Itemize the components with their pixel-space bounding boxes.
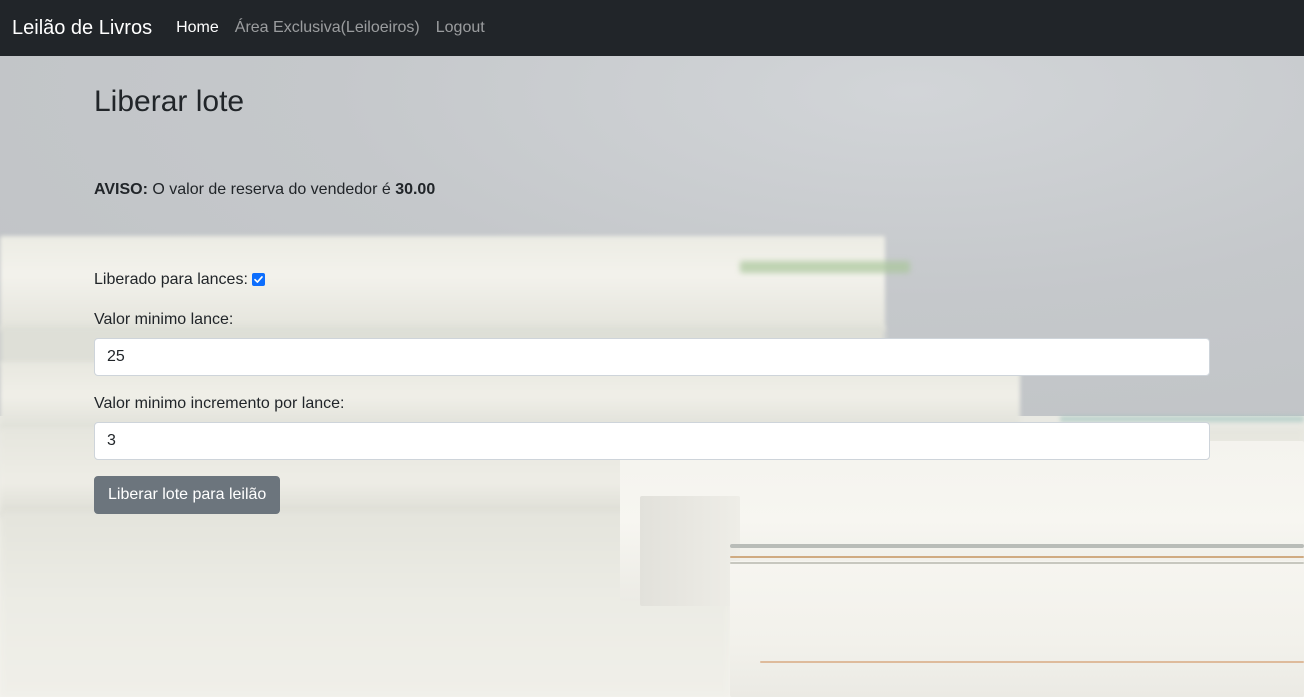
nav-link-logout[interactable]: Logout xyxy=(428,19,493,37)
released-label: Liberado para lances: xyxy=(94,271,248,288)
release-lot-button[interactable]: Liberar lote para leilão xyxy=(94,476,281,514)
nav-link-home[interactable]: Home xyxy=(168,19,227,37)
top-navbar: Leilão de Livros Home Área Exclusiva(Lei… xyxy=(0,0,1304,56)
main-content: Liberar lote AVISO: O valor de reserva d… xyxy=(94,56,1210,514)
notice-text: O valor de reserva do vendedor é xyxy=(147,181,396,198)
min-bid-group: Valor minimo lance: xyxy=(94,308,1210,376)
released-checkbox[interactable] xyxy=(251,272,265,286)
notice-prefix: AVISO: xyxy=(94,181,148,198)
min-increment-group: Valor minimo incremento por lance: xyxy=(94,392,1210,460)
checkmark-icon xyxy=(254,275,263,283)
page-title: Liberar lote xyxy=(94,85,245,118)
reserve-value: 30.00 xyxy=(395,181,436,198)
min-increment-label: Valor minimo incremento por lance: xyxy=(94,395,345,412)
min-bid-input[interactable] xyxy=(94,338,1210,376)
min-increment-input[interactable] xyxy=(94,422,1210,460)
nav-link-exclusive-area[interactable]: Área Exclusiva(Leiloeiros) xyxy=(227,19,428,37)
brand-link[interactable]: Leilão de Livros xyxy=(12,17,152,40)
released-row: Liberado para lances: xyxy=(94,268,1210,292)
min-bid-label: Valor minimo lance: xyxy=(94,311,234,328)
reserve-notice: AVISO: O valor de reserva do vendedor é … xyxy=(94,178,1210,202)
